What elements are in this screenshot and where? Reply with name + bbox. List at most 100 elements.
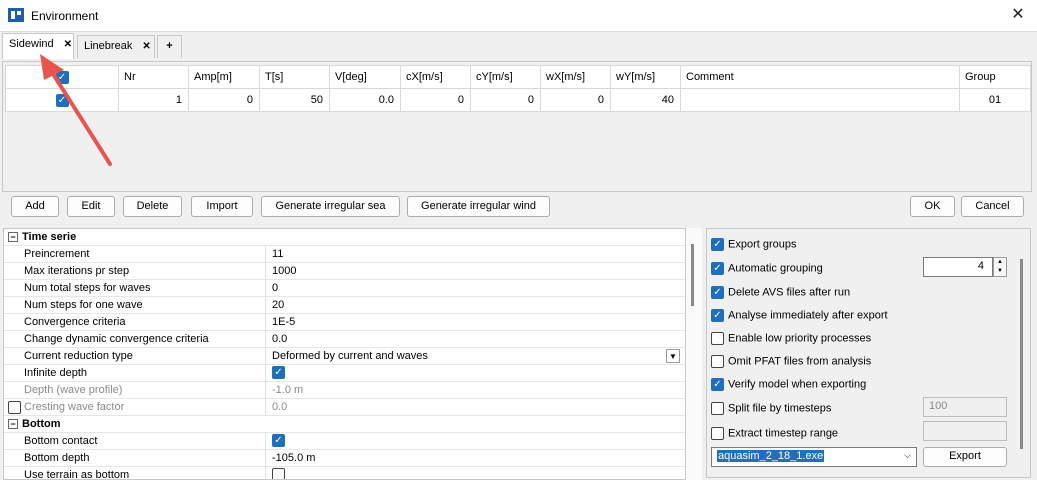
prop-name: Current reduction type [24,350,133,362]
delete-button[interactable]: Delete [123,196,182,217]
col-header[interactable]: wY[m/s] [610,65,681,89]
prop-max-iterations[interactable]: Max iterations pr step 1000 [4,263,685,280]
prop-preincrement[interactable]: Preincrement 11 [4,246,685,263]
checkbox-icon[interactable]: ✓ [711,378,724,391]
split-option[interactable]: Split file by timesteps [711,402,831,418]
prop-terrain[interactable]: Use terrain as bottom [4,467,685,479]
cell-wx[interactable]: 0 [540,88,611,112]
cell-amp[interactable]: 0 [188,88,260,112]
omit-pfat-option[interactable]: Omit PFAT files from analysis [711,355,871,371]
prop-name: Convergence criteria [24,316,126,328]
checkbox-icon[interactable]: ✓ [711,262,724,275]
prop-steps-one-wave[interactable]: Num steps for one wave 20 [4,297,685,314]
col-header[interactable]: T[s] [259,65,330,89]
collapse-icon[interactable]: − [8,419,18,429]
export-groups-option[interactable]: ✓ Export groups [711,238,796,254]
close-icon[interactable]: ✕ [1007,5,1029,25]
checkbox-icon[interactable] [711,332,724,345]
checkbox-icon[interactable] [711,402,724,415]
irregular-wind-button[interactable]: Generate irregular wind [407,196,550,217]
edit-button[interactable]: Edit [67,196,115,217]
infinite-depth-checkbox[interactable]: ✓ [272,366,285,379]
section-bottom[interactable]: − Bottom [4,416,685,433]
cell-cx[interactable]: 0 [400,88,471,112]
cell-nr[interactable]: 1 [118,88,189,112]
exe-value: aquasim_2_18_1.exe [717,450,825,462]
panel-scrollbar-thumb[interactable] [1020,259,1023,449]
import-button[interactable]: Import [191,196,253,217]
option-label: Omit PFAT files from analysis [728,355,872,368]
col-header[interactable]: cY[m/s] [470,65,541,89]
low-priority-option[interactable]: Enable low priority processes [711,332,871,348]
prop-value-dropdown[interactable]: Deformed by current and waves [272,350,428,362]
table-row[interactable]: ✓ 1 0 50 0.0 0 0 0 40 01 [5,88,1031,112]
checkbox-icon[interactable]: ✓ [272,366,285,379]
delete-avs-option[interactable]: ✓ Delete AVS files after run [711,286,850,302]
tab-label: Sidewind [9,38,54,50]
section-time-serie[interactable]: − Time serie [4,229,685,246]
grouping-spinbox[interactable]: 4 [923,257,993,277]
prop-value[interactable]: 1E-5 [272,316,295,328]
prop-value[interactable]: 0.0 [272,333,287,345]
bottom-contact-checkbox[interactable]: ✓ [272,434,285,447]
checkbox-icon[interactable]: ✓ [272,434,285,447]
option-label: Export groups [728,238,797,251]
prop-name: Change dynamic convergence criteria [24,333,209,345]
cresting-checkbox[interactable] [8,401,21,414]
col-header[interactable]: cX[m/s] [400,65,471,89]
prop-dyn-convergence[interactable]: Change dynamic convergence criteria 0.0 [4,331,685,348]
collapse-icon[interactable]: − [8,232,18,242]
chevron-down-icon[interactable]: ▼ [666,349,680,363]
col-header[interactable]: Group [959,65,1031,89]
verify-option[interactable]: ✓ Verify model when exporting [711,378,866,394]
checkbox-icon[interactable] [711,355,724,368]
col-header[interactable]: V[deg] [329,65,401,89]
prop-steps-waves[interactable]: Num total steps for waves 0 [4,280,685,297]
prop-value[interactable]: 11 [272,248,283,260]
prop-bottom-contact[interactable]: Bottom contact ✓ [4,433,685,450]
prop-value[interactable]: 20 [272,299,284,311]
auto-grouping-option[interactable]: ✓ Automatic grouping [711,262,823,278]
irregular-sea-button[interactable]: Generate irregular sea [261,196,400,217]
cell-wy[interactable]: 40 [610,88,681,112]
exe-select[interactable]: aquasim_2_18_1.exe ⌵ [711,447,917,467]
prop-bottom-depth[interactable]: Bottom depth -105.0 m [4,450,685,467]
cell-comment[interactable] [680,88,960,112]
add-tab-button[interactable]: + [157,35,182,58]
prop-value[interactable]: 1000 [272,265,296,277]
extract-option[interactable]: Extract timestep range [711,427,838,443]
close-tab-icon[interactable]: ✕ [64,39,72,50]
ok-button[interactable]: OK [910,196,955,217]
analyse-option[interactable]: ✓ Analyse immediately after export [711,309,888,325]
col-header[interactable]: Amp[m] [188,65,260,89]
prop-convergence[interactable]: Convergence criteria 1E-5 [4,314,685,331]
prop-infinite-depth[interactable]: Infinite depth ✓ [4,365,685,382]
export-button[interactable]: Export [923,447,1007,467]
checkbox-icon[interactable] [711,427,724,440]
cell-t[interactable]: 50 [259,88,330,112]
option-label: Enable low priority processes [728,332,872,345]
cell-group[interactable]: 01 [959,88,1031,112]
checkbox-icon[interactable]: ✓ [711,238,724,251]
col-header[interactable]: Nr [118,65,189,89]
col-header[interactable]: Comment [680,65,960,89]
prop-current-reduction[interactable]: Current reduction type Deformed by curren… [4,348,685,365]
checkbox-icon[interactable] [272,468,285,479]
scrollbar-thumb[interactable] [691,244,694,306]
close-tab-icon[interactable]: ✕ [142,41,150,52]
cancel-button[interactable]: Cancel [961,196,1024,217]
checkbox-icon[interactable]: ✓ [711,309,724,322]
prop-name: Bottom depth [24,452,90,464]
prop-value[interactable]: 0 [272,282,278,294]
cell-cy[interactable]: 0 [470,88,541,112]
cell-v[interactable]: 0.0 [329,88,401,112]
col-header[interactable]: wX[m/s] [540,65,611,89]
terrain-checkbox[interactable] [272,468,285,479]
section-label: Time serie [22,231,77,243]
spin-arrows-icon[interactable]: ▲ ▼ [993,257,1007,277]
property-scrollbar[interactable] [686,228,702,480]
prop-value[interactable]: -105.0 m [272,452,315,464]
add-button[interactable]: Add [11,196,59,217]
checkbox-icon[interactable]: ✓ [711,286,724,299]
chevron-down-icon[interactable]: ⌵ [904,450,911,461]
